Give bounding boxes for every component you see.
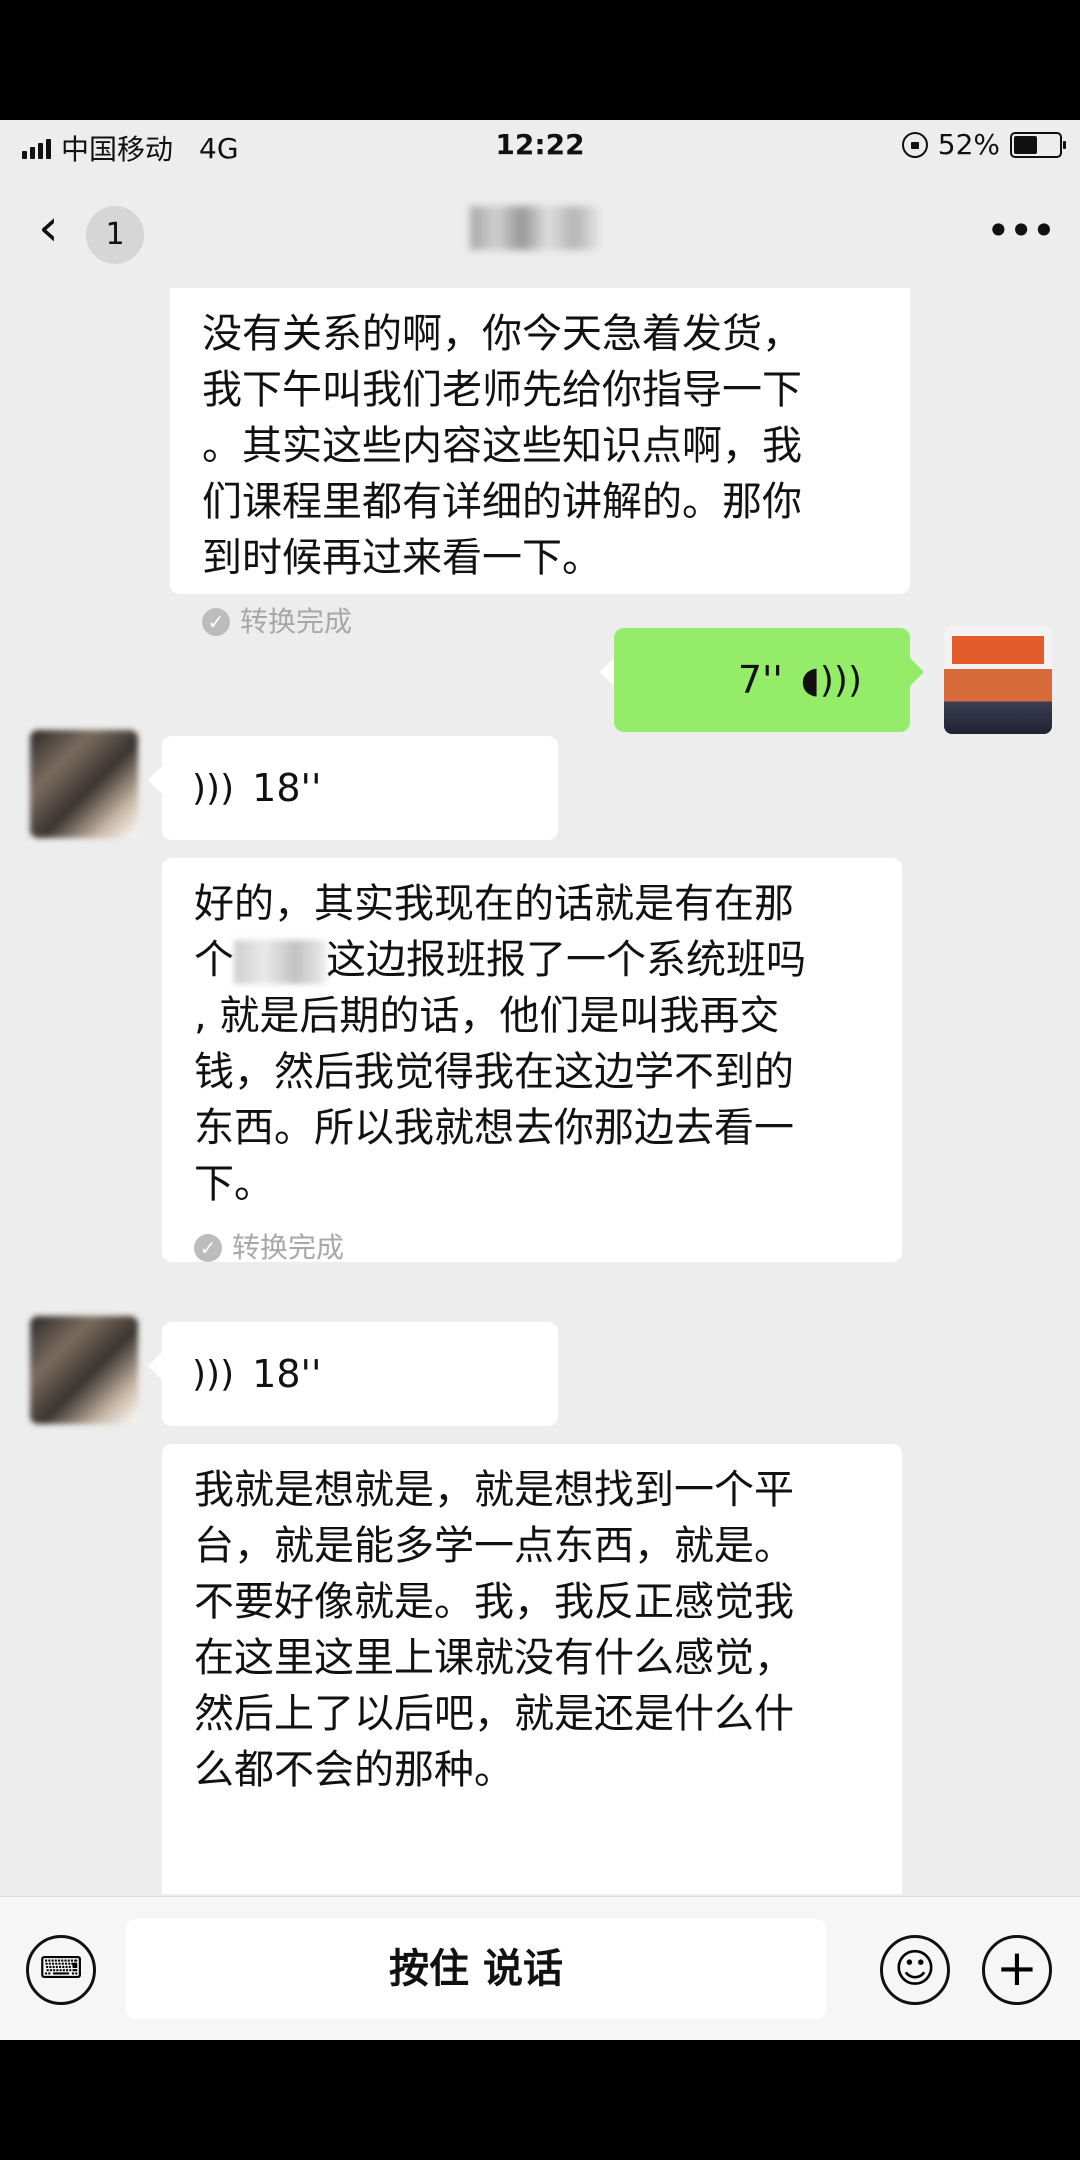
transcript-line: 下。	[194, 1161, 274, 1207]
rotation-lock-icon	[901, 131, 928, 158]
status-bar: 中国移动 4G 12:22 52%	[0, 120, 1080, 176]
transcript-line: 台，就是能多学一点东西，就是。	[194, 1523, 794, 1569]
outgoing-voice-message[interactable]: 7'' ◖)))	[600, 628, 924, 732]
avatar-image-banner	[952, 636, 1044, 664]
chat-title-blurred	[470, 206, 610, 256]
check-circle-icon: ✓	[194, 1234, 222, 1262]
transcript-fragment: 这边报班报了一个系统班吗	[326, 937, 806, 983]
voice-transcript-bubble[interactable]: 我就是想就是，就是想找到一个平 台，就是能多学一点东西，就是。 不要好像就是。我…	[162, 1444, 902, 1894]
incoming-voice-message[interactable]: ))) 18''	[148, 736, 558, 840]
transcript-line: 钱，然后我觉得我在这边学不到的	[194, 1049, 794, 1095]
battery-percent: 52%	[937, 128, 1000, 161]
transcript-fragment: 个	[194, 937, 234, 983]
voice-duration: 7''	[737, 658, 783, 702]
back-chevron-icon[interactable]: ‹	[38, 202, 78, 256]
convert-status-label: 转换完成	[240, 605, 353, 638]
transcript-line: 。其实这些内容这些知识点啊，我	[202, 423, 802, 469]
voice-wave-icon: )))	[192, 1353, 235, 1395]
transcript-line: 好的，其实我现在的话就是有在那	[194, 881, 794, 927]
transcript-line: 个 这边报班报了一个系统班吗	[194, 932, 870, 988]
incoming-voice-message[interactable]: ))) 18''	[148, 1322, 558, 1426]
battery-fill	[1014, 135, 1037, 154]
blurred-name-mask	[470, 206, 600, 250]
transcript-line: 到时候再过来看一下。	[202, 535, 602, 581]
contact-avatar[interactable]	[30, 730, 138, 838]
unread-badge[interactable]: 1	[86, 206, 144, 264]
voice-transcript-bubble[interactable]: 没有关系的啊，你今天急着发货， 我下午叫我们老师先给你指导一下 。其实这些内容这…	[170, 288, 910, 638]
transcript-line: 然后上了以后吧，就是还是什么什	[194, 1691, 794, 1737]
voice-wave-icon: ◖)))	[800, 659, 862, 701]
convert-status-label: 转换完成	[232, 1231, 345, 1264]
transcript-line: 在这里这里上课就没有什么感觉，	[194, 1635, 794, 1681]
transcript-line: 不要好像就是。我，我反正感觉我	[194, 1579, 794, 1625]
chat-header: ‹ 1 •••	[0, 176, 1080, 288]
chat-screen: 中国移动 4G 12:22 52% ‹ 1 ••• 没有关系的啊，你今天急着发货…	[0, 120, 1080, 2040]
voice-duration: 18''	[252, 1352, 322, 1396]
transcript-line: 我就是想就是，就是想找到一个平	[194, 1467, 794, 1513]
emoji-icon[interactable]: ☺	[880, 1935, 950, 2005]
transcript-line: , 就是后期的话，他们是叫我再交	[194, 993, 780, 1039]
transcript-line: 我下午叫我们老师先给你指导一下	[202, 367, 802, 413]
battery-icon	[1010, 131, 1066, 158]
check-circle-icon: ✓	[202, 608, 230, 636]
contact-avatar[interactable]	[30, 1316, 138, 1424]
convert-status: ✓ 转换完成	[194, 1230, 870, 1266]
transcript-line: 东西。所以我就想去你那边去看一	[194, 1105, 794, 1151]
voice-transcript-bubble[interactable]: 好的，其实我现在的话就是有在那 个 这边报班报了一个系统班吗 , 就是后期的话，他…	[162, 858, 902, 1264]
transcript-line: 们课程里都有详细的讲解的。那你	[202, 479, 802, 525]
input-bar: ⌨ 按住 说话 ☺ +	[0, 1896, 1080, 2040]
transcript-line: 没有关系的啊，你今天急着发货，	[202, 311, 802, 357]
self-avatar[interactable]	[944, 626, 1052, 734]
transcript-line: 么都不会的那种。	[194, 1747, 514, 1793]
blurred-word-mask	[234, 940, 326, 984]
status-right: 52%	[901, 128, 1066, 161]
voice-wave-icon: )))	[192, 767, 235, 809]
plus-icon[interactable]: +	[982, 1935, 1052, 2005]
voice-duration: 18''	[252, 766, 322, 810]
keyboard-icon[interactable]: ⌨	[26, 1935, 96, 2005]
more-options-icon[interactable]: •••	[986, 206, 1056, 256]
hold-to-talk-button[interactable]: 按住 说话	[126, 1919, 826, 2019]
